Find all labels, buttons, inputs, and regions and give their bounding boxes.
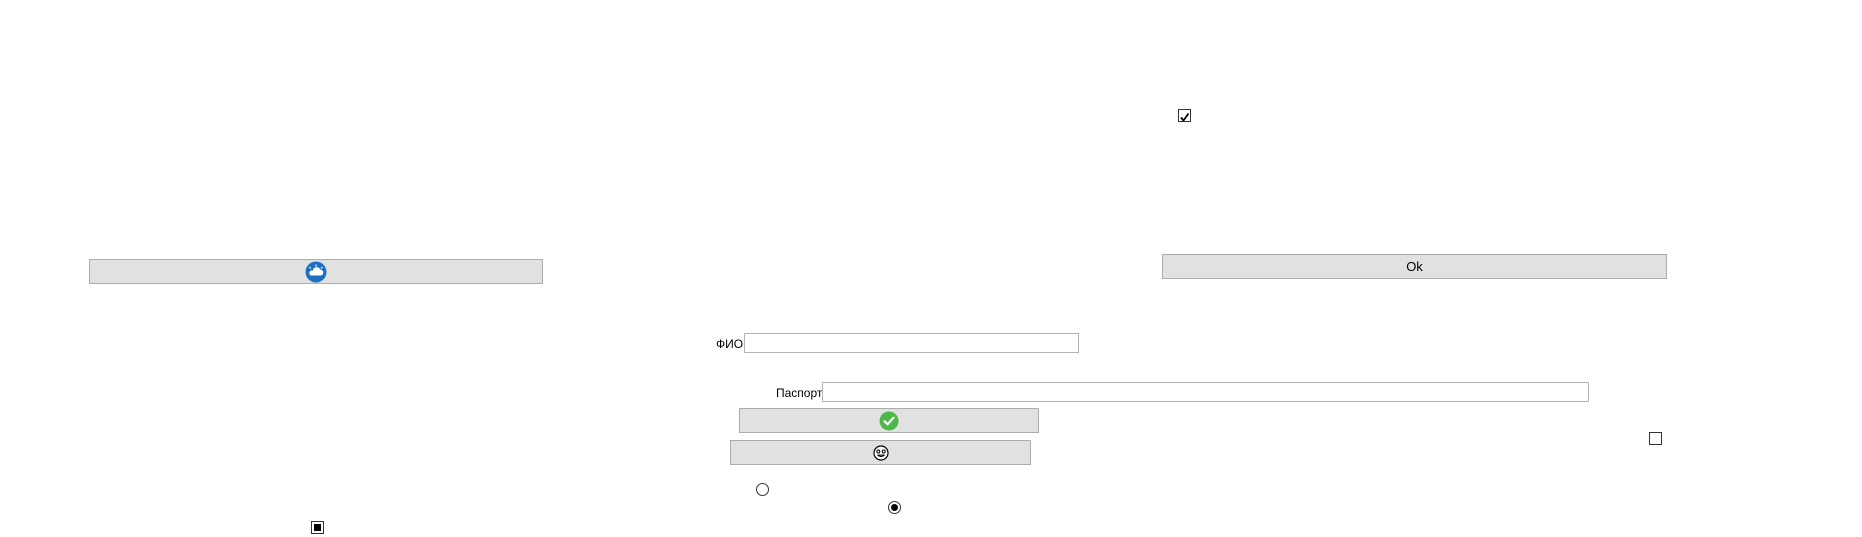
- cloud-icon: [305, 261, 327, 283]
- confirm-button[interactable]: [739, 408, 1039, 433]
- radio-option-2[interactable]: [888, 501, 901, 514]
- passport-label: Паспорт: [776, 386, 823, 400]
- checkmark-icon: [1180, 112, 1190, 122]
- cloud-button[interactable]: [89, 259, 543, 284]
- top-checkbox[interactable]: [1178, 109, 1191, 122]
- check-circle-icon: [879, 411, 899, 431]
- fio-field[interactable]: [744, 333, 1079, 353]
- ok-button-label: Ok: [1406, 259, 1423, 274]
- fio-label: ФИО: [716, 337, 744, 351]
- bottom-left-checkbox[interactable]: [311, 521, 324, 534]
- ok-button[interactable]: Ok: [1162, 254, 1667, 279]
- face-icon: [872, 444, 889, 461]
- face-button[interactable]: [730, 440, 1031, 465]
- right-checkbox[interactable]: [1649, 432, 1662, 445]
- passport-field[interactable]: [822, 382, 1589, 402]
- radio-option-1[interactable]: [756, 483, 769, 496]
